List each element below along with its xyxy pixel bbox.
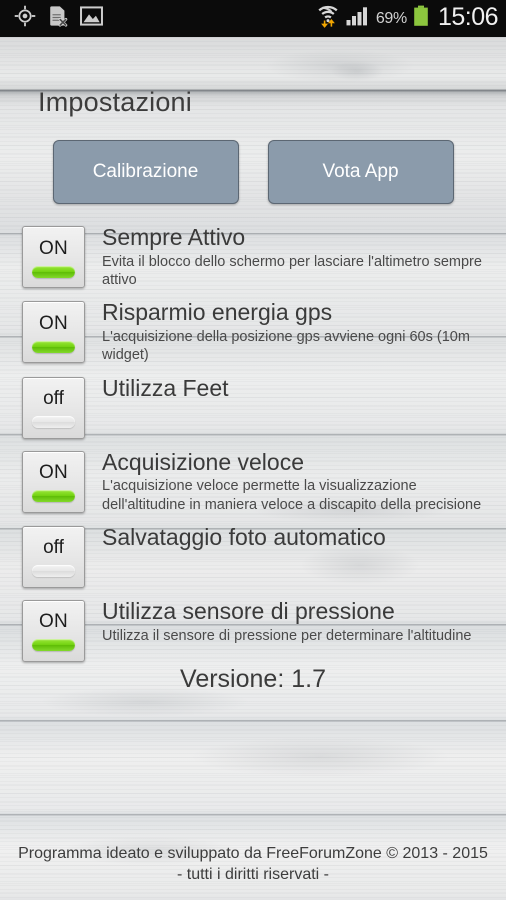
- settings-row[interactable]: ON Utilizza sensore di pressione Utilizz…: [0, 597, 506, 662]
- toggle-risparmio-energia-gps[interactable]: ON: [22, 301, 85, 364]
- toggle-salvataggio-foto-automatico[interactable]: off: [22, 525, 85, 588]
- settings-row-title: Salvataggio foto automatico: [102, 523, 386, 550]
- wood-grain-mark: [330, 61, 384, 81]
- status-bar-clock: 15:06: [437, 3, 499, 31]
- wood-seam: [0, 720, 506, 722]
- gps-location-icon: [14, 5, 36, 32]
- settings-row[interactable]: ON Risparmio energia gps L'acquisizione …: [0, 298, 506, 364]
- settings-row-title: Utilizza sensore di pressione: [102, 597, 395, 624]
- wifi-transfer-icon: [316, 4, 340, 33]
- settings-row-subtitle: Evita il blocco dello schermo per lascia…: [102, 253, 482, 289]
- toggle-state-label: ON: [38, 611, 69, 633]
- status-bar-left-icons: [14, 5, 103, 32]
- settings-row-texts: Salvataggio foto automatico: [85, 523, 500, 551]
- wood-seam: [0, 814, 506, 816]
- toggle-state-label: off: [43, 537, 64, 559]
- toggle-bar: [32, 340, 75, 353]
- settings-row-title: Sempre Attivo: [102, 224, 246, 250]
- toggle-bar: [32, 639, 75, 652]
- settings-row[interactable]: ON Sempre Attivo Evita il blocco dello s…: [0, 223, 506, 289]
- sim-card-disabled-icon: [48, 5, 68, 32]
- settings-row-subtitle: L'acquisizione veloce permette la visual…: [102, 478, 482, 513]
- toggle-state-label: ON: [38, 312, 69, 334]
- toggle-bar: [32, 265, 75, 278]
- page-title: Impostazioni: [38, 87, 192, 117]
- toggle-state-label: ON: [38, 462, 69, 484]
- settings-row-texts: Utilizza sensore di pressione Utilizza i…: [85, 597, 500, 645]
- settings-row-title: Acquisizione veloce: [102, 448, 305, 475]
- toggle-acquisizione-veloce[interactable]: ON: [22, 450, 85, 513]
- settings-row-texts: Utilizza Feet: [85, 374, 500, 402]
- status-bar-right-icons: 69% 15:06: [316, 3, 499, 33]
- settings-row-texts: Risparmio energia gps L'acquisizione del…: [85, 298, 500, 364]
- settings-row[interactable]: off Utilizza Feet: [0, 374, 506, 439]
- settings-row[interactable]: ON Acquisizione veloce L'acquisizione ve…: [0, 448, 506, 514]
- settings-row-texts: Sempre Attivo Evita il blocco dello sche…: [85, 223, 500, 289]
- battery-icon: [413, 5, 429, 32]
- calibration-button[interactable]: Calibrazione: [52, 140, 239, 204]
- settings-list: ON Sempre Attivo Evita il blocco dello s…: [0, 223, 506, 671]
- version-label: Versione: 1.7: [180, 665, 326, 693]
- rate-app-button[interactable]: Vota App: [267, 140, 454, 204]
- toggle-utilizza-feet[interactable]: off: [22, 376, 85, 439]
- status-bar: 69% 15:06: [0, 0, 506, 37]
- toggle-utilizza-sensore-di-pressione[interactable]: ON: [22, 599, 85, 662]
- action-button-row: Calibrazione Vota App: [0, 140, 506, 204]
- wood-grain-mark: [190, 737, 450, 777]
- image-gallery-icon: [80, 6, 103, 31]
- app-screen: Impostazioni Calibrazione Vota App ON Se…: [0, 37, 506, 900]
- toggle-sempre-attivo[interactable]: ON: [22, 226, 85, 288]
- toggle-bar: [32, 565, 75, 578]
- settings-row-subtitle: Utilizza il sensore di pressione per det…: [102, 627, 472, 644]
- wood-grain-mark: [265, 49, 415, 83]
- settings-row-subtitle: L'acquisizione della posizione gps avvie…: [102, 329, 470, 364]
- toggle-state-label: ON: [38, 237, 69, 259]
- battery-percent-label: 69%: [375, 9, 407, 27]
- toggle-state-label: off: [43, 388, 64, 410]
- settings-row-title: Risparmio energia gps: [102, 299, 333, 326]
- toggle-bar: [32, 416, 75, 429]
- footer-credits: Programma ideato e sviluppato da FreeFor…: [18, 845, 488, 884]
- settings-row-title: Utilizza Feet: [102, 374, 229, 401]
- toggle-bar: [32, 490, 75, 503]
- settings-row-texts: Acquisizione veloce L'acquisizione veloc…: [85, 448, 500, 514]
- cellular-signal-icon: [346, 6, 370, 31]
- settings-row[interactable]: off Salvataggio foto automatico: [0, 523, 506, 588]
